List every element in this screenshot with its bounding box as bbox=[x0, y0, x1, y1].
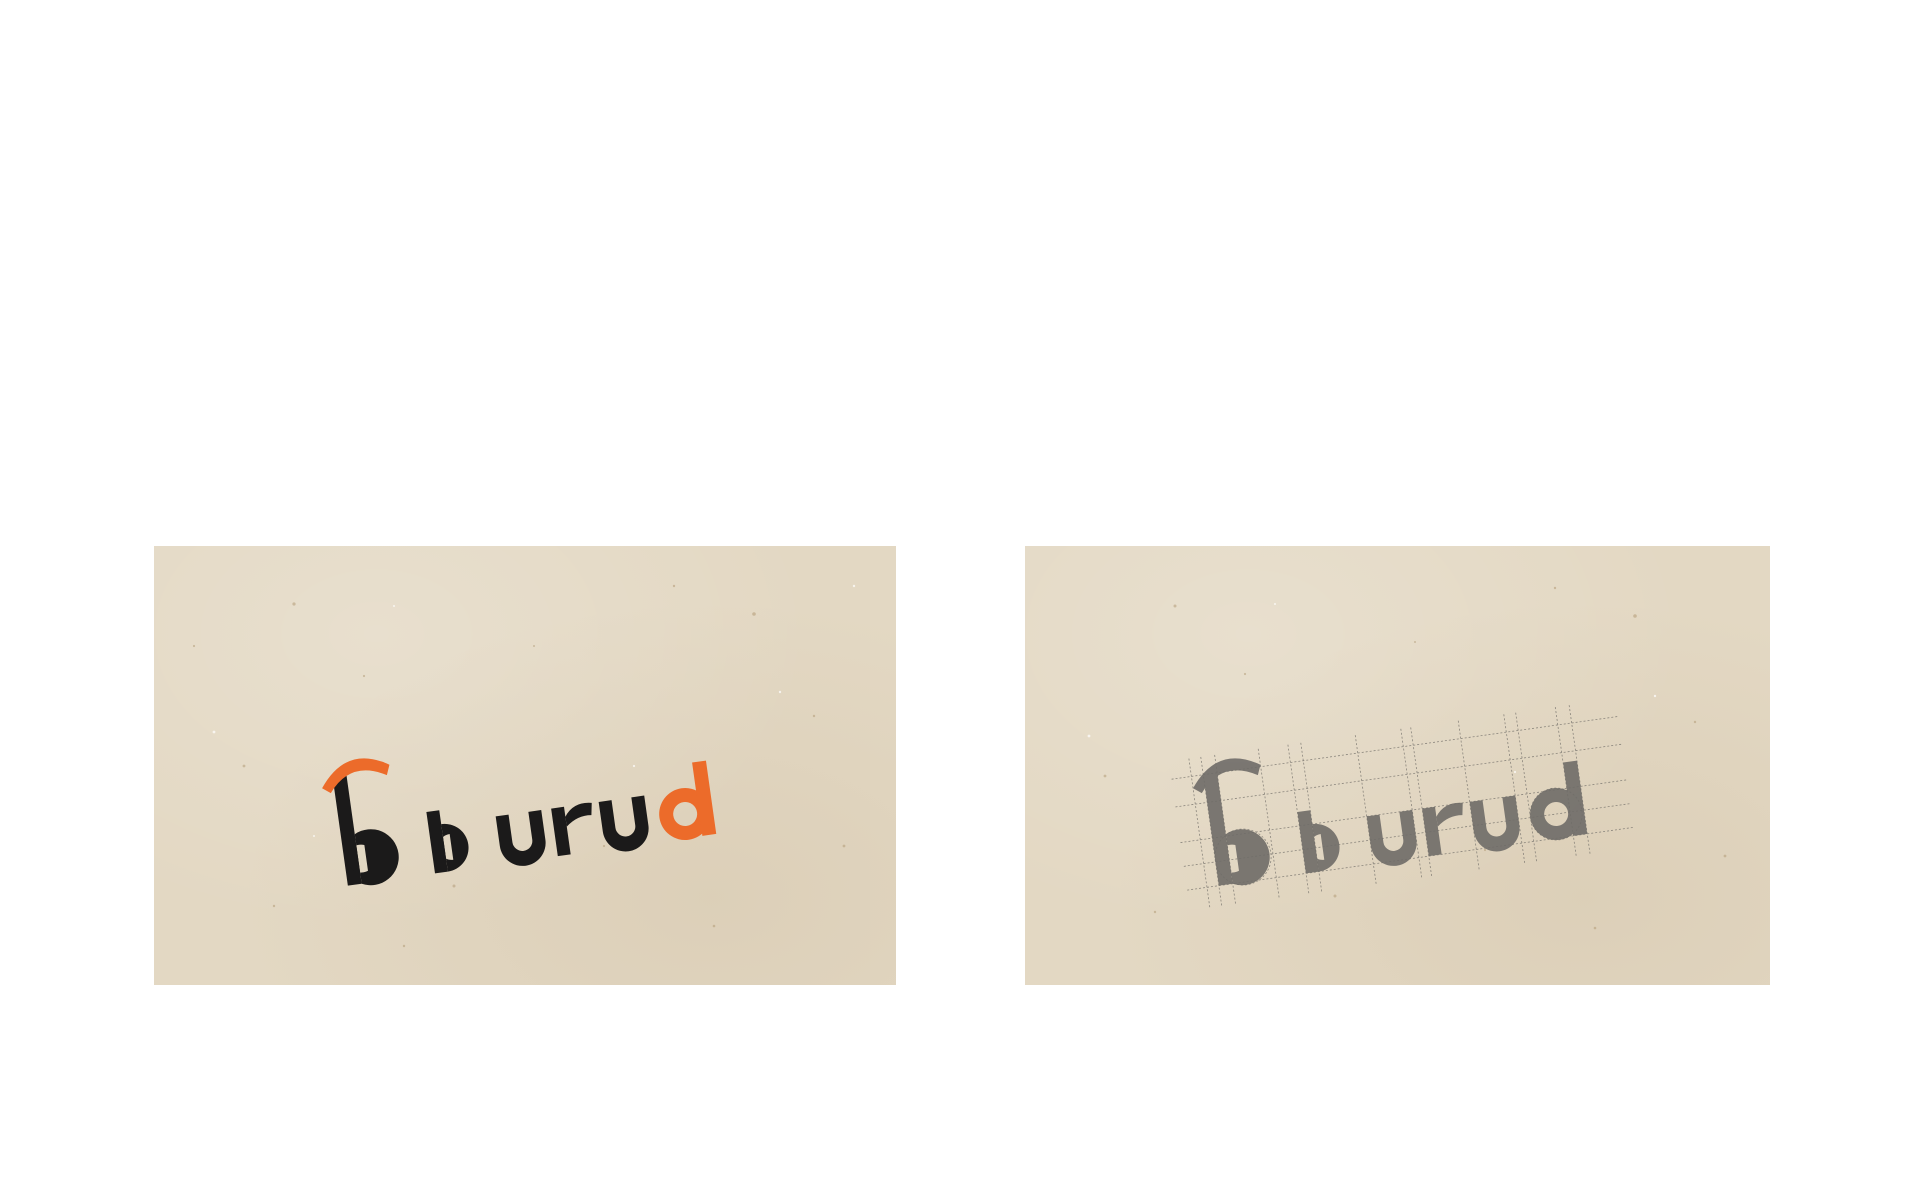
accent-letter bbox=[659, 760, 717, 841]
b-monogram-icon bbox=[1193, 758, 1270, 886]
b-monogram-icon bbox=[322, 758, 399, 886]
page-canvas bbox=[0, 0, 1919, 1201]
wordmark-letters bbox=[1297, 760, 1588, 874]
wordmark-letters bbox=[426, 795, 649, 874]
burud-logo-construction bbox=[1171, 705, 1633, 908]
burud-logo bbox=[322, 758, 717, 886]
color-logo-card bbox=[154, 546, 896, 985]
construction-grid-logo-card bbox=[1025, 546, 1770, 985]
